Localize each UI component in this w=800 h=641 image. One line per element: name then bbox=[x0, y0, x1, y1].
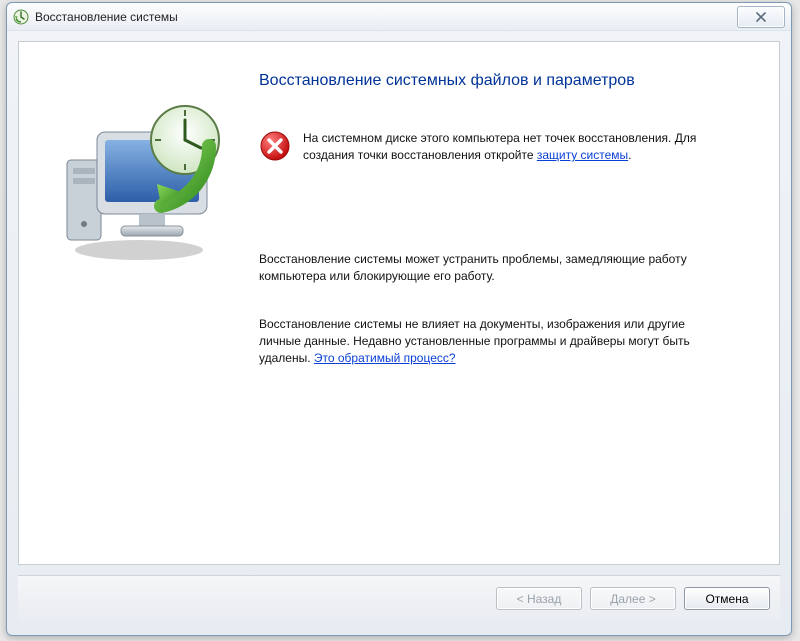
error-text: На системном диске этого компьютера нет … bbox=[303, 131, 696, 162]
next-button[interactable]: Далее > bbox=[590, 587, 676, 610]
wizard-panel: Восстановление системных файлов и параме… bbox=[18, 41, 780, 565]
reversible-process-link[interactable]: Это обратимый процесс? bbox=[314, 351, 456, 365]
error-message: На системном диске этого компьютера нет … bbox=[259, 130, 745, 165]
titlebar[interactable]: Восстановление системы bbox=[7, 3, 791, 31]
wizard-button-row: < Назад Далее > Отмена bbox=[18, 575, 780, 621]
error-icon bbox=[259, 130, 291, 162]
close-button[interactable] bbox=[737, 6, 785, 28]
close-icon bbox=[754, 12, 768, 22]
description-1: Восстановление системы может устранить п… bbox=[259, 251, 745, 286]
page-title: Восстановление системных файлов и параме… bbox=[259, 72, 745, 90]
system-restore-illustration-icon bbox=[59, 251, 229, 265]
back-button[interactable]: < Назад bbox=[496, 587, 582, 610]
window-title: Восстановление системы bbox=[35, 10, 737, 24]
cancel-button[interactable]: Отмена bbox=[684, 587, 770, 610]
description-2: Восстановление системы не влияет на доку… bbox=[259, 316, 745, 368]
system-protection-link[interactable]: защиту системы bbox=[537, 148, 628, 162]
error-tail: . bbox=[628, 148, 631, 162]
window-frame: Восстановление системы bbox=[6, 2, 792, 636]
restore-icon bbox=[13, 9, 29, 25]
